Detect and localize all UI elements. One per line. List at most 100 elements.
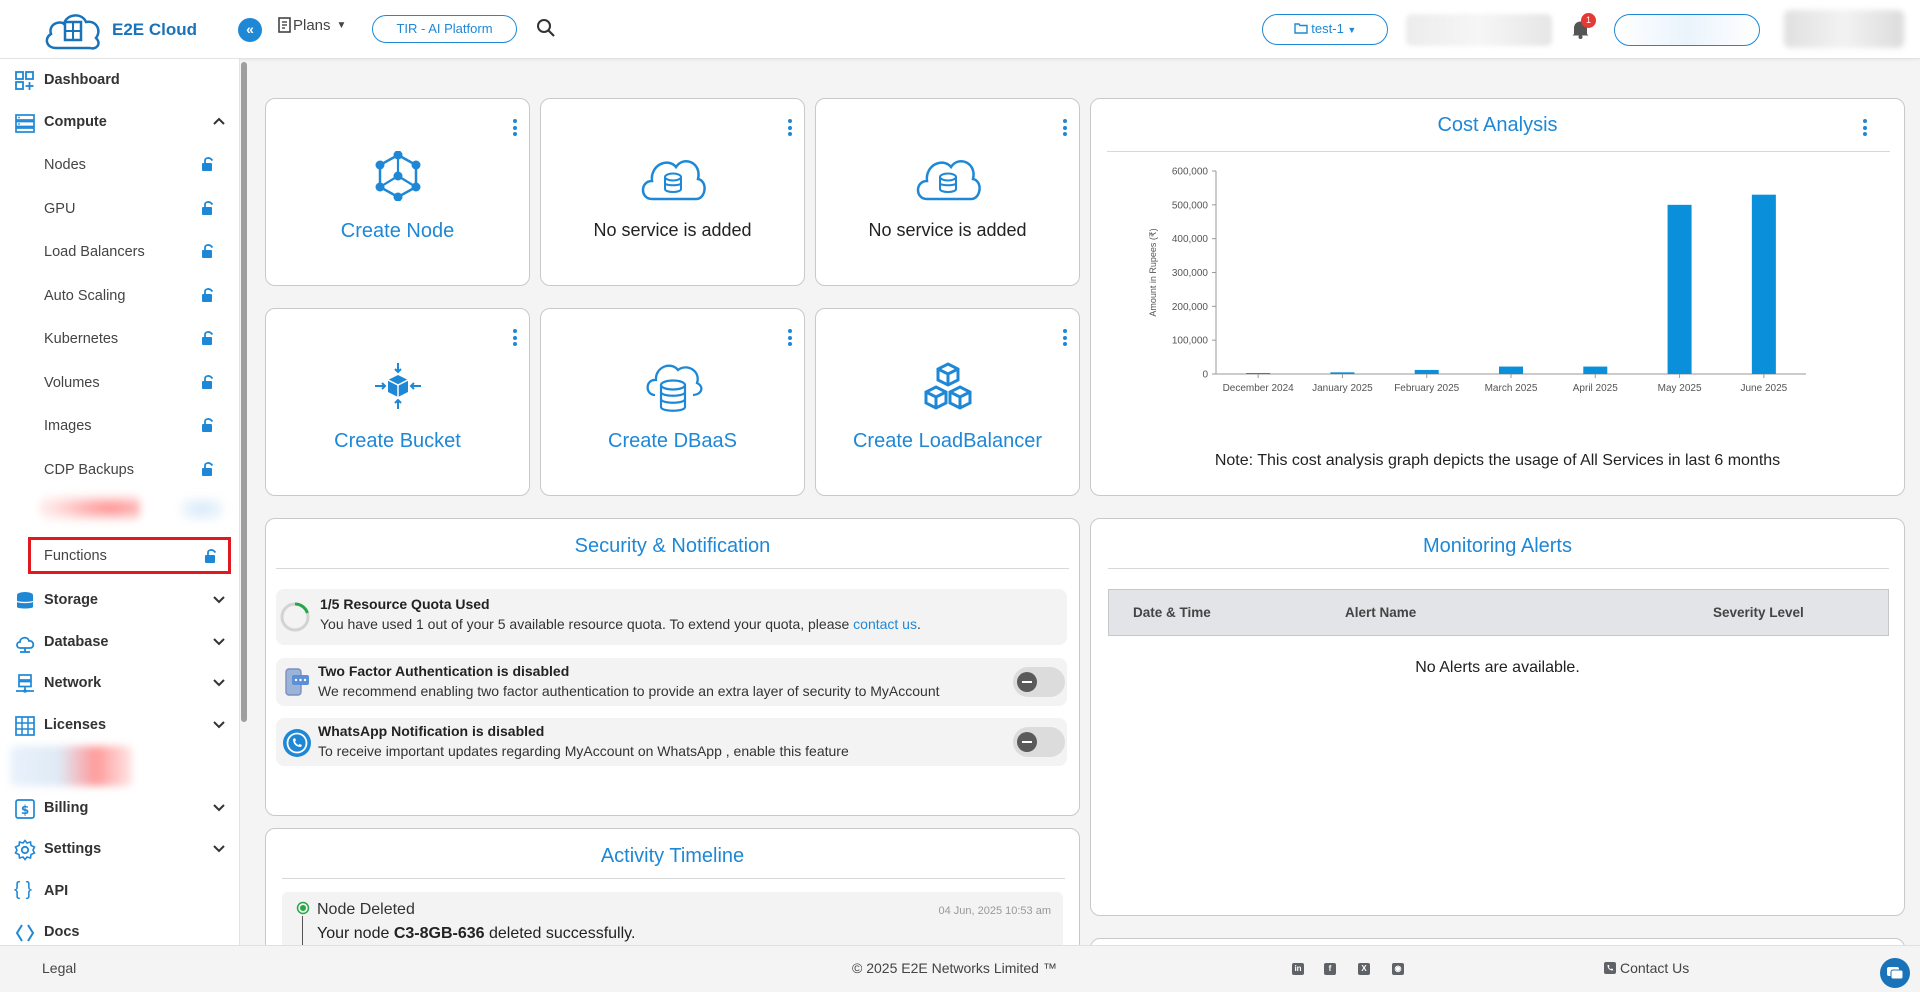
search-icon[interactable] xyxy=(536,18,556,43)
facebook-icon[interactable]: f xyxy=(1324,963,1336,975)
caret-down-icon: ▼ xyxy=(1347,25,1357,35)
sidebar-item-nodes[interactable]: Nodes xyxy=(28,148,228,182)
sidebar-item-functions[interactable]: Functions xyxy=(28,537,231,574)
bar xyxy=(1751,194,1776,374)
sidebar-item-licenses[interactable]: Licenses xyxy=(0,707,239,743)
blurred-account-info xyxy=(1406,14,1552,46)
create-bucket-label[interactable]: Create Bucket xyxy=(266,430,529,453)
service-card-empty: No service is added xyxy=(540,98,805,286)
plans-icon xyxy=(278,17,291,33)
blurred-sidebar-item[interactable] xyxy=(10,746,132,786)
y-tick-label: 0 xyxy=(1202,370,1208,381)
sidebar-label: Images xyxy=(44,418,92,434)
more-options-icon[interactable] xyxy=(788,119,792,139)
sidebar-label: Compute xyxy=(44,114,107,130)
more-options-icon[interactable] xyxy=(1863,119,1867,139)
sidebar-item-docs[interactable]: Docs xyxy=(0,914,239,945)
create-dbaas-card[interactable]: Create DBaaS xyxy=(540,308,805,496)
sidebar-item-load-balancers[interactable]: Load Balancers xyxy=(28,235,228,269)
rss-icon[interactable]: ◉ xyxy=(1392,963,1404,975)
sidebar-item-dashboard[interactable]: Dashboard xyxy=(0,62,239,98)
gear-icon xyxy=(14,839,36,861)
two-factor-title: Two Factor Authentication is disabled xyxy=(318,663,570,679)
chevron-down-icon[interactable] xyxy=(212,592,226,606)
two-factor-toggle[interactable] xyxy=(1013,667,1065,697)
sidebar-label: Billing xyxy=(44,800,89,816)
chevron-down-icon[interactable] xyxy=(212,717,226,731)
chevron-down-icon[interactable] xyxy=(212,634,226,648)
sidebar-item-auto-scaling[interactable]: Auto Scaling xyxy=(28,279,228,313)
quota-progress-ring xyxy=(280,602,310,632)
create-loadbalancer-card[interactable]: Create LoadBalancer xyxy=(815,308,1080,496)
contact-us-link[interactable]: Contact Us xyxy=(1604,960,1689,976)
more-options-icon[interactable] xyxy=(1063,119,1067,139)
y-tick-label: 600,000 xyxy=(1172,167,1209,178)
dashboard-icon xyxy=(15,71,34,90)
sidebar-item-volumes[interactable]: Volumes xyxy=(28,366,228,400)
chevron-down-icon[interactable] xyxy=(212,675,226,689)
plans-menu[interactable]: Plans ▼ xyxy=(277,17,346,34)
whatsapp-toggle[interactable] xyxy=(1013,727,1065,757)
copyright-text: © 2025 E2E Networks Limited ™ xyxy=(852,960,1057,976)
billing-icon: $ xyxy=(15,799,35,819)
column-severity[interactable]: Severity Level xyxy=(1713,605,1804,620)
blurred-user-menu[interactable] xyxy=(1784,10,1904,48)
y-tick-label: 300,000 xyxy=(1172,268,1209,279)
licenses-icon xyxy=(15,716,35,736)
unlock-icon xyxy=(202,331,214,345)
sidebar-item-database[interactable]: Database xyxy=(0,624,239,660)
sidebar-item-settings[interactable]: Settings xyxy=(0,831,239,867)
more-options-icon[interactable] xyxy=(788,329,792,349)
sidebar-label: Functions xyxy=(44,547,107,564)
blurred-sidebar-item[interactable] xyxy=(40,495,140,521)
tir-platform-button[interactable]: TIR - AI Platform xyxy=(372,15,517,43)
divider xyxy=(276,568,1069,569)
cost-analysis-title: Cost Analysis xyxy=(1437,114,1558,136)
create-bucket-card[interactable]: Create Bucket xyxy=(265,308,530,496)
monitoring-alerts-card: Monitoring Alerts Date & Time Alert Name… xyxy=(1090,518,1905,916)
create-node-card[interactable]: Create Node xyxy=(265,98,530,286)
quota-period: . xyxy=(916,616,921,632)
project-selector[interactable]: test-1 ▼ xyxy=(1262,14,1388,45)
column-date-time[interactable]: Date & Time xyxy=(1133,605,1211,620)
more-options-icon[interactable] xyxy=(1063,329,1067,349)
blurred-action-button[interactable] xyxy=(1614,14,1760,46)
activity-text: deleted successfully. xyxy=(484,925,636,942)
x-twitter-icon[interactable]: X xyxy=(1358,963,1370,975)
sidebar-item-compute[interactable]: Compute xyxy=(0,104,239,140)
sidebar-item-storage[interactable]: Storage xyxy=(0,582,239,618)
logo[interactable]: E2E Cloud xyxy=(42,8,197,52)
node-network-icon xyxy=(375,151,420,201)
sidebar-item-network[interactable]: Network xyxy=(0,665,239,701)
sidebar-item-gpu[interactable]: GPU xyxy=(28,192,228,226)
create-node-label[interactable]: Create Node xyxy=(266,220,529,243)
create-dbaas-label[interactable]: Create DBaaS xyxy=(541,430,804,453)
sidebar-item-kubernetes[interactable]: Kubernetes xyxy=(28,322,228,356)
linkedin-icon[interactable]: in xyxy=(1292,963,1304,975)
chat-support-button[interactable] xyxy=(1880,958,1910,988)
whatsapp-icon xyxy=(283,729,311,757)
cost-note: Note: This cost analysis graph depicts t… xyxy=(1214,452,1781,469)
contact-us-link[interactable]: contact us xyxy=(853,616,917,632)
two-factor-text: We recommend enabling two factor authent… xyxy=(318,683,940,699)
more-options-icon[interactable] xyxy=(513,119,517,139)
quota-description: You have used 1 out of your 5 available … xyxy=(320,616,854,632)
chevron-down-icon[interactable] xyxy=(212,841,226,855)
divider xyxy=(1107,151,1890,152)
column-alert-name[interactable]: Alert Name xyxy=(1345,605,1416,620)
chevron-down-icon[interactable] xyxy=(212,800,226,814)
create-loadbalancer-label[interactable]: Create LoadBalancer xyxy=(816,430,1079,453)
sidebar-scrollbar[interactable] xyxy=(241,62,247,722)
sidebar-item-cdp-backups[interactable]: CDP Backups xyxy=(28,453,228,487)
x-tick-label: May 2025 xyxy=(1658,383,1702,394)
sidebar-item-billing[interactable]: $ Billing xyxy=(0,790,239,826)
sidebar-label: Load Balancers xyxy=(44,244,145,260)
sidebar-item-images[interactable]: Images xyxy=(28,409,228,443)
x-tick-label: March 2025 xyxy=(1485,383,1538,394)
bar xyxy=(1499,366,1523,374)
legal-link[interactable]: Legal xyxy=(42,960,76,976)
collapse-sidebar-button[interactable]: « xyxy=(238,18,262,42)
sidebar-item-api[interactable]: { } API xyxy=(0,873,239,909)
more-options-icon[interactable] xyxy=(513,329,517,349)
chevron-up-icon[interactable] xyxy=(212,114,226,128)
